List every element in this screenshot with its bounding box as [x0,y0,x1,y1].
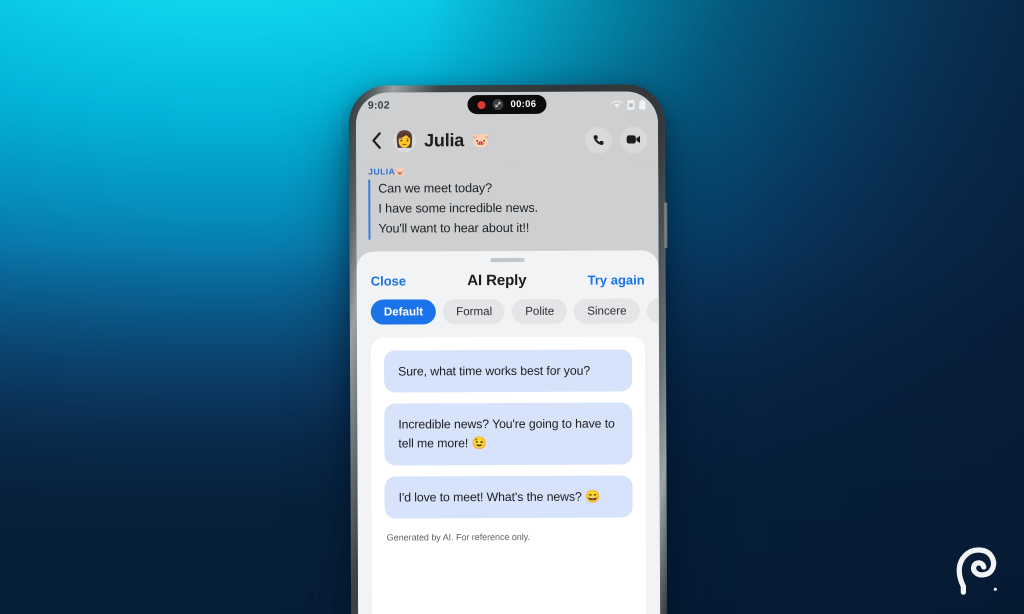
status-bar: 9:02 00:06 [355,91,658,119]
brand-b-logo-watermark [956,547,997,595]
back-chevron-glyph [371,132,381,149]
sheet-header: Close AI Reply Try again [357,261,659,299]
back-chevron-icon[interactable] [367,130,385,152]
quoted-message-text: Can we meet today? I have some incredibl… [368,178,647,240]
screen-recording-pill[interactable]: 00:06 [467,94,547,115]
tone-chip-formal[interactable]: Formal [443,298,506,324]
recording-timer: 00:06 [510,98,537,110]
video-call-icon [626,135,641,144]
chat-header: 👩 Julia 🐷 [355,117,659,163]
power-button[interactable] [664,202,668,249]
contact-name-emoji: 🐷 [472,131,490,148]
page-title: Julia [424,129,465,150]
phone-device-mockup: 9:02 00:06 👩 Julia 🐷 JULIA🐷 Can we meet … [348,84,668,614]
status-icon-group [611,99,646,110]
tone-chips-row[interactable]: Default Formal Polite Sincere [357,298,659,337]
battery-icon [639,99,646,110]
tone-chip-default[interactable]: Default [370,298,437,325]
close-button[interactable]: Close [371,273,406,288]
suggestion-bubble[interactable]: I'd love to meet! What's the news? 😄 [384,475,633,519]
ai-disclaimer: Generated by AI. For reference only. [386,532,530,543]
wifi-icon [611,100,623,108]
avatar[interactable]: 👩 [393,128,417,152]
tone-chip-sincere[interactable]: Sincere [574,298,640,324]
suggestion-bubble[interactable]: Sure, what time works best for you? [383,349,633,393]
ai-reply-bottom-sheet: Close AI Reply Try again Default Formal … [356,250,661,614]
quote-sender-emoji: 🐷 [395,167,406,177]
quote-sender-name: JULIA [368,166,396,177]
quoted-message-block: JULIA🐷 Can we meet today? I have some in… [356,161,659,252]
quote-line: I have some incredible news. [378,200,538,216]
screen-record-icon [492,99,504,111]
quote-sender-label: JULIA🐷 [368,165,646,176]
suggestion-bubble[interactable]: Incredible news? You're going to have to… [384,402,633,466]
try-again-button[interactable]: Try again [588,272,645,287]
quote-line: Can we meet today? [378,181,493,196]
phone-screen: 9:02 00:06 👩 Julia 🐷 JULIA🐷 Can we meet … [355,91,661,614]
record-dot-icon [477,100,486,109]
quote-line: You'll want to hear about it!! [378,220,530,236]
phone-call-button[interactable] [585,126,613,154]
sheet-title: AI Reply [467,271,527,289]
tone-chip-polite[interactable]: Polite [512,298,568,324]
phone-call-icon [593,134,604,145]
suggestions-card: Sure, what time works best for you? Incr… [370,336,647,614]
tone-chip-overflow[interactable] [646,298,659,324]
expand-arrows-icon [495,101,501,108]
status-clock: 9:02 [367,99,390,112]
sim-card-icon [627,99,635,110]
video-call-button[interactable] [620,125,648,154]
